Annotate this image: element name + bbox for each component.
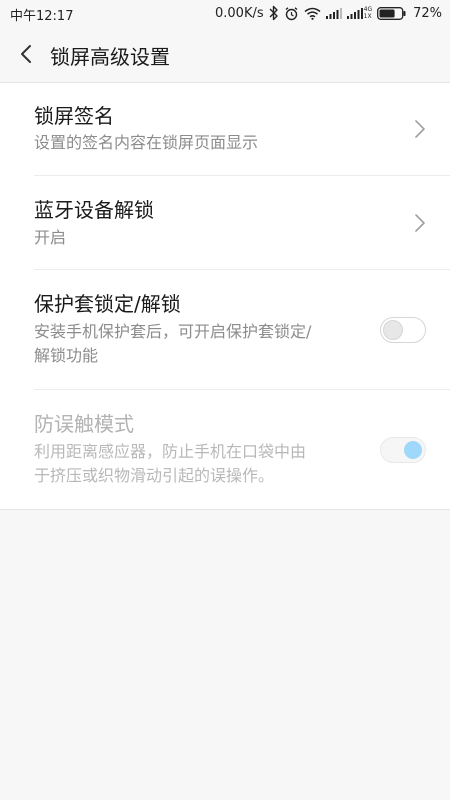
- chevron-left-icon: [21, 45, 31, 63]
- battery-icon: [377, 6, 406, 20]
- bluetooth-icon: [269, 5, 279, 21]
- setting-row-anti-mistouch: 防误触模式 利用距离感应器，防止手机在口袋中由 于挤压或织物滑动引起的误操作。: [34, 390, 450, 509]
- setting-title: 锁屏签名: [34, 104, 114, 128]
- setting-title: 蓝牙设备解锁: [34, 198, 154, 222]
- back-button[interactable]: [12, 40, 40, 68]
- status-time: 中午12:17: [10, 9, 74, 24]
- setting-row-cover-lock[interactable]: 保护套锁定/解锁 安装手机保护套后，可开启保护套锁定/ 解锁功能: [34, 270, 450, 390]
- toggle-knob: [383, 320, 403, 340]
- network-speed: 0.00K/s: [215, 5, 264, 21]
- status-icons: 0.00K/s 4G 1X 72%: [215, 4, 442, 22]
- setting-desc-line-2: 于挤压或织物滑动引起的误操作。: [34, 466, 275, 485]
- toggle-knob: [404, 441, 422, 459]
- setting-title: 保护套锁定/解锁: [34, 292, 181, 316]
- chevron-right-icon: [415, 214, 425, 232]
- network-type-label-top: 4G: [363, 6, 373, 13]
- wifi-icon: [304, 7, 321, 20]
- setting-row-lockscreen-signature[interactable]: 锁屏签名 设置的签名内容在锁屏页面显示: [34, 83, 450, 176]
- setting-desc-line-1: 安装手机保护套后，可开启保护套锁定/: [34, 322, 312, 341]
- setting-row-bluetooth-unlock[interactable]: 蓝牙设备解锁 开启: [34, 176, 450, 270]
- anti-mistouch-toggle: [380, 437, 426, 463]
- setting-title: 防误触模式: [34, 412, 134, 436]
- setting-desc-line-1: 利用距离感应器，防止手机在口袋中由: [34, 442, 307, 461]
- settings-list: 锁屏签名 设置的签名内容在锁屏页面显示 蓝牙设备解锁 开启 保护套锁定/解锁 安…: [0, 83, 450, 510]
- cover-lock-toggle[interactable]: [380, 317, 426, 343]
- alarm-clock-icon: [284, 6, 299, 21]
- status-bar: 中午12:17 0.00K/s 4G 1X 72%: [0, 0, 450, 26]
- cellular-signal-icon: 4G 1X: [346, 6, 373, 20]
- header: 锁屏高级设置: [0, 26, 450, 83]
- battery-percent: 72%: [413, 5, 442, 21]
- setting-desc: 开启: [34, 228, 67, 247]
- setting-desc-line-2: 解锁功能: [34, 346, 99, 365]
- page-title: 锁屏高级设置: [50, 45, 170, 69]
- setting-desc: 设置的签名内容在锁屏页面显示: [34, 133, 259, 152]
- chevron-right-icon: [415, 120, 425, 138]
- network-type-label-bottom: 1X: [363, 13, 372, 20]
- signal-strength-icon: [325, 7, 342, 19]
